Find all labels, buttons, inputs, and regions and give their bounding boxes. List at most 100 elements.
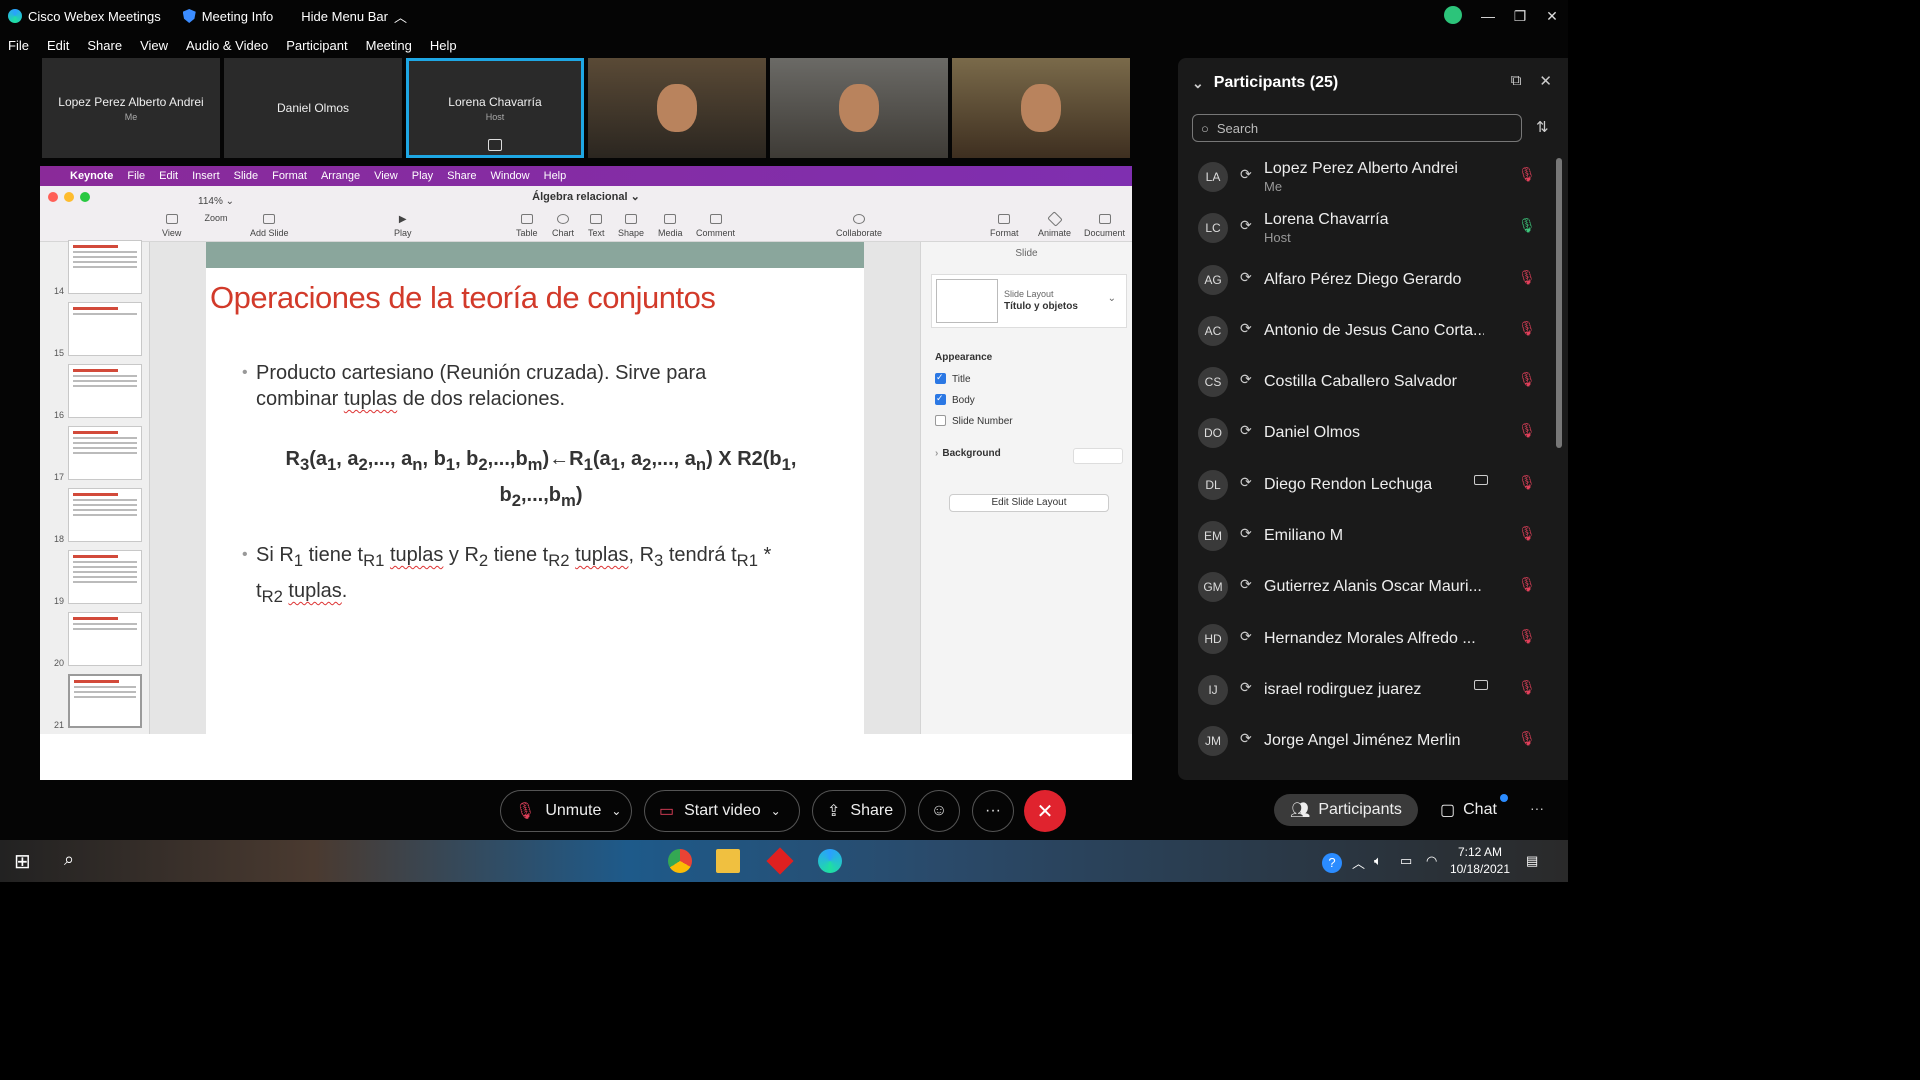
- menu-meeting[interactable]: Meeting: [366, 38, 412, 53]
- participant-name: Gutierrez Alanis Oscar Mauri...: [1264, 578, 1482, 596]
- shield-icon: [182, 9, 196, 23]
- video-camera-icon[interactable]: [1474, 679, 1488, 690]
- wifi-icon[interactable]: ◠: [1426, 853, 1437, 869]
- participant-role: Me: [1264, 179, 1283, 194]
- mic-muted-icon[interactable]: 🎙︎: [1518, 474, 1536, 491]
- close-panel-icon[interactable]: ✕: [1539, 72, 1552, 90]
- menu-edit[interactable]: Edit: [47, 38, 69, 53]
- webex-taskbar-icon[interactable]: [818, 849, 842, 873]
- chevron-down-icon[interactable]: ⌄: [771, 804, 781, 818]
- mic-muted-icon[interactable]: 🎙︎: [1518, 166, 1536, 183]
- chevron-up-icon[interactable]: ︿: [1352, 853, 1365, 872]
- taskbar-clock[interactable]: 7:12 AM 10/18/2021: [1450, 844, 1510, 878]
- participant-row[interactable]: AC ⟳ Antonio de Jesus Cano Corta... 🎙︎: [1178, 306, 1550, 357]
- participant-row[interactable]: GM ⟳ Gutierrez Alanis Oscar Mauri... 🎙︎: [1178, 562, 1550, 613]
- menu-participant[interactable]: Participant: [286, 38, 347, 53]
- bullet-dot: •: [242, 546, 248, 563]
- mic-muted-icon[interactable]: 🎙︎: [1518, 628, 1536, 645]
- mac-menu-slide: Slide: [233, 170, 259, 182]
- video-tile-active-speaker[interactable]: Lorena Chavarría Host: [406, 58, 584, 158]
- participant-name: israel rodirguez juarez: [1264, 680, 1422, 698]
- sync-status-icon: ⟳: [1240, 576, 1252, 593]
- windows-start-icon[interactable]: ⊞: [14, 849, 38, 873]
- menu-share[interactable]: Share: [87, 38, 122, 53]
- sharing-icon: [488, 139, 502, 151]
- video-tile[interactable]: Lopez Perez Alberto Andrei Me: [42, 58, 220, 158]
- mic-muted-icon[interactable]: 🎙︎: [1518, 576, 1536, 593]
- mic-muted-icon[interactable]: 🎙︎: [1518, 422, 1536, 439]
- participant-row[interactable]: AG ⟳ Alfaro Pérez Diego Gerardo 🎙︎: [1178, 255, 1550, 306]
- volume-icon[interactable]: 🔈︎: [1374, 853, 1382, 869]
- mic-on-icon[interactable]: 🎙︎: [1518, 217, 1536, 234]
- close-icon[interactable]: ✕: [1536, 8, 1568, 25]
- zoom-value: 114%: [198, 196, 223, 207]
- slide-thumbnail: [68, 302, 142, 356]
- video-tile-camera[interactable]: [770, 58, 948, 158]
- sort-icon[interactable]: ⇅: [1536, 118, 1549, 136]
- minimize-icon[interactable]: —: [1472, 8, 1504, 24]
- participant-row[interactable]: DL ⟳ Diego Rendon Lechuga 🎙︎: [1178, 460, 1550, 511]
- avatar: HD: [1198, 623, 1228, 654]
- chevron-down-icon[interactable]: ⌄: [1192, 75, 1204, 92]
- document-icon: [1098, 214, 1111, 224]
- mic-muted-icon[interactable]: 🎙︎: [1518, 269, 1536, 286]
- participant-search-input[interactable]: ○ Search: [1192, 114, 1522, 142]
- more-options-button[interactable]: ···: [972, 790, 1014, 832]
- video-tile-camera[interactable]: [952, 58, 1130, 158]
- file-explorer-icon[interactable]: [716, 849, 740, 873]
- network-status-icon[interactable]: [1444, 6, 1462, 24]
- battery-icon[interactable]: ▭: [1400, 853, 1412, 869]
- participant-row[interactable]: LA ⟳ Lopez Perez Alberto Andrei Me 🎙︎: [1178, 152, 1550, 203]
- share-button[interactable]: ⇪ Share: [812, 790, 906, 832]
- mic-muted-icon[interactable]: 🎙︎: [1518, 320, 1536, 337]
- tb-format: Format: [990, 214, 1019, 238]
- participant-scrollbar[interactable]: [1556, 158, 1562, 448]
- mac-menu-edit: Edit: [159, 170, 179, 182]
- participant-row[interactable]: HD ⟳ Hernandez Morales Alfredo ... 🎙︎: [1178, 614, 1550, 665]
- participant-row[interactable]: IJ ⟳ israel rodirguez juarez 🎙︎: [1178, 665, 1550, 716]
- mic-muted-icon[interactable]: 🎙︎: [1518, 730, 1536, 747]
- notifications-icon[interactable]: ▤: [1526, 853, 1538, 869]
- chrome-icon[interactable]: [668, 849, 692, 873]
- participant-row[interactable]: EM ⟳ Emiliano M 🎙︎: [1178, 511, 1550, 562]
- menu-file[interactable]: File: [8, 38, 29, 53]
- collaborate-icon: [853, 214, 866, 224]
- menu-audio-video[interactable]: Audio & Video: [186, 38, 268, 53]
- unmute-button[interactable]: 🎙︎ Unmute ⌄: [500, 790, 632, 832]
- restore-icon[interactable]: ❐: [1504, 8, 1536, 25]
- ellipsis-icon[interactable]: ···: [1530, 800, 1544, 816]
- avatar: EM: [1198, 521, 1228, 552]
- app-icon[interactable]: [766, 847, 794, 875]
- menu-view[interactable]: View: [140, 38, 168, 53]
- video-camera-icon[interactable]: [1474, 474, 1488, 485]
- avatar: GM: [1198, 572, 1228, 603]
- reactions-button[interactable]: ☺: [918, 790, 960, 832]
- participants-button[interactable]: 👥︎ Participants: [1274, 794, 1418, 826]
- meeting-info-button[interactable]: Meeting Info: [182, 9, 273, 24]
- participants-header[interactable]: ⌄ Participants (25): [1192, 74, 1338, 92]
- help-icon[interactable]: ?: [1322, 853, 1342, 873]
- start-video-button[interactable]: ▭ Start video ⌄: [644, 790, 800, 832]
- participant-row[interactable]: CS ⟳ Costilla Caballero Salvador 🎙︎: [1178, 357, 1550, 408]
- keynote-body: 14 15 16 17 18 19 20 21 Operaciones de l…: [40, 240, 1132, 734]
- avatar: AG: [1198, 264, 1228, 295]
- video-tile-camera[interactable]: [588, 58, 766, 158]
- leave-meeting-button[interactable]: ✕: [1024, 790, 1066, 832]
- search-icon[interactable]: ⌕: [64, 849, 88, 873]
- chat-bubble-icon: ▢: [1440, 802, 1456, 819]
- avatar: CS: [1198, 367, 1228, 398]
- mic-muted-icon[interactable]: 🎙︎: [1518, 679, 1536, 696]
- smiley-icon: ☺: [930, 802, 948, 819]
- inspector-header: Slide: [1015, 248, 1038, 259]
- chevron-down-icon[interactable]: ⌄: [611, 804, 621, 818]
- participant-row[interactable]: DO ⟳ Daniel Olmos 🎙︎: [1178, 408, 1550, 459]
- hide-menu-bar-button[interactable]: Hide Menu Bar ︿: [301, 7, 407, 26]
- pop-out-icon[interactable]: ⧉: [1511, 72, 1522, 90]
- menu-help[interactable]: Help: [430, 38, 457, 53]
- participant-row[interactable]: LC ⟳ Lorena Chavarría Host 🎙︎: [1178, 203, 1550, 254]
- avatar: LC: [1198, 213, 1228, 244]
- video-tile[interactable]: Daniel Olmos: [224, 58, 402, 158]
- mic-muted-icon[interactable]: 🎙︎: [1518, 371, 1536, 388]
- participant-row[interactable]: JM ⟳ Jorge Angel Jiménez Merlin 🎙︎: [1178, 716, 1550, 767]
- mic-muted-icon[interactable]: 🎙︎: [1518, 525, 1536, 542]
